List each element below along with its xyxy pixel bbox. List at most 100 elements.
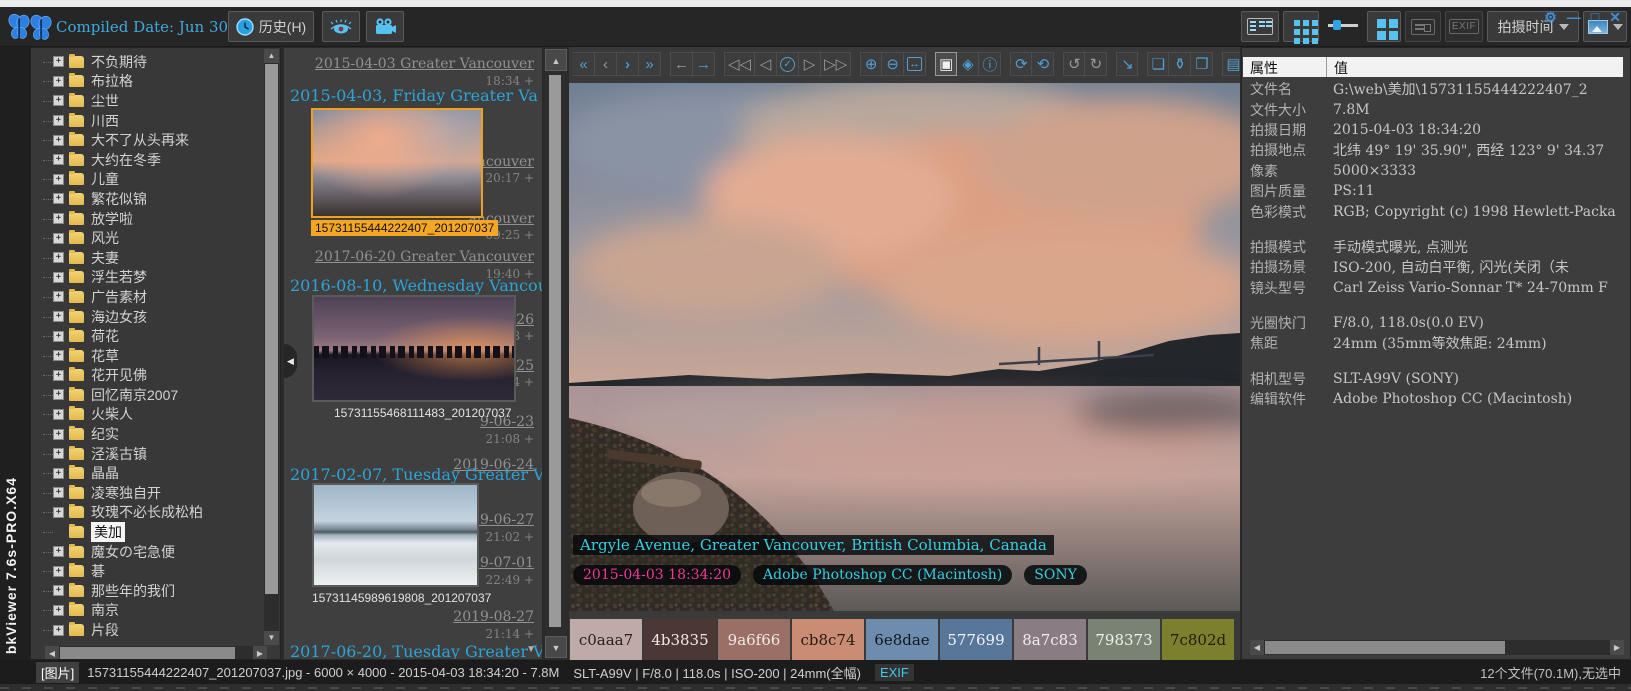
expand-plus-icon[interactable]: + [53,429,64,440]
tree-item[interactable]: + 纪实 [31,424,261,444]
tree-item[interactable]: + 南京 [31,601,261,621]
card-info-button[interactable] [1405,11,1441,42]
tree-item[interactable]: + 尘世 [31,91,261,111]
tree-item[interactable]: + 魔女の宅急便 [31,542,261,562]
background-date[interactable]: 21:14 + [486,627,534,641]
expand-plus-icon[interactable]: + [53,252,64,263]
expand-plus-icon[interactable]: + [53,389,64,400]
background-date[interactable]: 20:17 + [486,171,534,185]
prev-image-button[interactable]: ‹ [595,52,617,76]
expand-plus-icon[interactable]: + [53,546,64,557]
properties-horizontal-scrollbar[interactable]: ◀ ▶ [1250,640,1624,655]
tree-item[interactable]: + 海边女孩 [31,307,261,327]
expand-plus-icon[interactable]: + [53,115,64,126]
last-image-button[interactable]: » [639,52,661,76]
scrollbar-thumb[interactable] [1265,641,1505,654]
wrench-icon[interactable]: ⚙ [1544,9,1557,26]
color-swatch[interactable]: 8a7c83 [1014,619,1086,660]
expand-plus-icon[interactable]: + [53,311,64,322]
info-button[interactable]: ⓘ [979,52,1001,76]
color-swatch[interactable]: 577699 [940,619,1012,660]
tree-horizontal-scrollbar[interactable]: ◀ ▶ [45,646,267,660]
scrollbar-thumb[interactable] [549,75,561,627]
expand-plus-icon[interactable]: + [53,350,64,361]
background-date[interactable]: 21:08 + [486,432,534,446]
print-button[interactable]: ▤ [1222,52,1240,76]
background-date[interactable]: 21:02 + [486,530,534,544]
expand-plus-icon[interactable]: + [53,585,64,596]
expand-plus-icon[interactable]: + [53,233,64,244]
color-swatch[interactable]: 7c802d [1162,619,1234,660]
prev-marked-button[interactable]: ◁ [755,52,777,76]
forward-history-button[interactable]: → [693,52,715,76]
shrink-button[interactable]: ↘ [1116,52,1138,76]
background-date[interactable]: 2017-06-20 Greater Vancouver [315,249,534,265]
tree-vertical-scrollbar[interactable]: ▲ ▼ [264,49,279,645]
expand-plus-icon[interactable]: + [53,272,64,283]
tree-item[interactable]: + 晶晶 [31,463,261,483]
background-date[interactable]: 2019-08-27 [453,609,534,625]
tree-item[interactable]: + 泾溪古镇 [31,444,261,464]
color-swatch[interactable]: c0aaa7 [570,619,642,660]
exif-toggle-button[interactable]: EXIF [1445,11,1483,42]
scroll-down-arrow[interactable]: ▼ [545,636,567,658]
tree-item[interactable]: + 夫妻 [31,248,261,268]
image-view-button[interactable]: ▣ [935,52,957,76]
expand-plus-icon[interactable]: + [53,331,64,342]
scroll-right-arrow[interactable]: ▶ [253,646,267,660]
first-marked-button[interactable]: ◁◁ [724,52,755,76]
scroll-right-arrow[interactable]: ▶ [1610,640,1624,655]
expand-plus-icon[interactable]: + [53,468,64,479]
export-file-button[interactable]: ❏ [1147,52,1169,76]
tree-item[interactable]: + 花草 [31,346,261,366]
expand-plus-icon[interactable]: + [53,56,64,67]
expand-plus-icon[interactable]: + [53,605,64,616]
expand-plus-icon[interactable]: + [53,370,64,381]
tree-item[interactable]: + 那些年的我们 [31,581,261,601]
scroll-down-arrow[interactable]: ▼ [264,631,279,645]
main-photo[interactable]: Argyle Avenue, Greater Vancouver, Britis… [569,83,1240,611]
tree-item[interactable]: + 片段 [31,620,261,640]
expand-plus-icon[interactable]: + [53,291,64,302]
delete-button[interactable]: ⚱ [1169,52,1191,76]
rotate-ccw-button[interactable]: ⟲ [1032,52,1054,76]
tree-item[interactable]: + 浮生若梦 [31,268,261,288]
expand-plus-icon[interactable]: + [53,507,64,518]
tree-item[interactable]: + 碁 [31,561,261,581]
tree-item[interactable]: + 大不了从头再来 [31,130,261,150]
color-swatch[interactable]: 4b3835 [644,619,716,660]
expand-plus-icon[interactable]: + [53,154,64,165]
history-button[interactable]: 历史(H) [228,11,314,42]
zoom-out-button[interactable]: ⊖ [882,52,904,76]
status-exif-link[interactable]: EXIF [875,664,914,681]
maximize-button[interactable]: □ [1591,9,1599,26]
next-image-button[interactable]: › [617,52,639,76]
collapse-panel-handle[interactable]: ◀ [284,344,297,378]
tree-item[interactable]: + 美加 [31,522,261,542]
tree-item[interactable]: + 大约在冬季 [31,150,261,170]
background-date[interactable]: 2015-04-03 Greater Vancouver [315,56,534,72]
tree-item[interactable]: + 风光 [31,228,261,248]
clipboard-button[interactable]: ❐ [1191,52,1213,76]
browse-layout-button[interactable] [1241,11,1279,42]
color-swatch[interactable]: 6e8dae [866,619,938,660]
quad-view-button[interactable] [1367,11,1401,42]
tree-item[interactable]: + 川西 [31,111,261,131]
tree-item[interactable]: + 繁花似锦 [31,189,261,209]
tree-item[interactable]: + 花开见佛 [31,366,261,386]
tree-item[interactable]: + 荷花 [31,326,261,346]
grid-view-button[interactable] [1283,11,1319,42]
tree-item[interactable]: + 儿童 [31,170,261,190]
expand-plus-icon[interactable]: + [53,76,64,87]
scroll-up-arrow[interactable]: ▲ [545,49,567,71]
color-swatch[interactable]: cb8c74 [792,619,864,660]
thumbnail[interactable] [312,295,516,402]
tree-item[interactable]: + 凌寒独自开 [31,483,261,503]
thumbnail[interactable] [312,483,479,587]
undo-button[interactable]: ↺ [1063,52,1085,76]
back-history-button[interactable]: ← [670,52,693,76]
expand-plus-icon[interactable]: + [53,174,64,185]
color-swatch[interactable]: 9a6f66 [718,619,790,660]
scroll-left-arrow[interactable]: ◀ [45,646,59,660]
first-image-button[interactable]: « [573,52,595,76]
